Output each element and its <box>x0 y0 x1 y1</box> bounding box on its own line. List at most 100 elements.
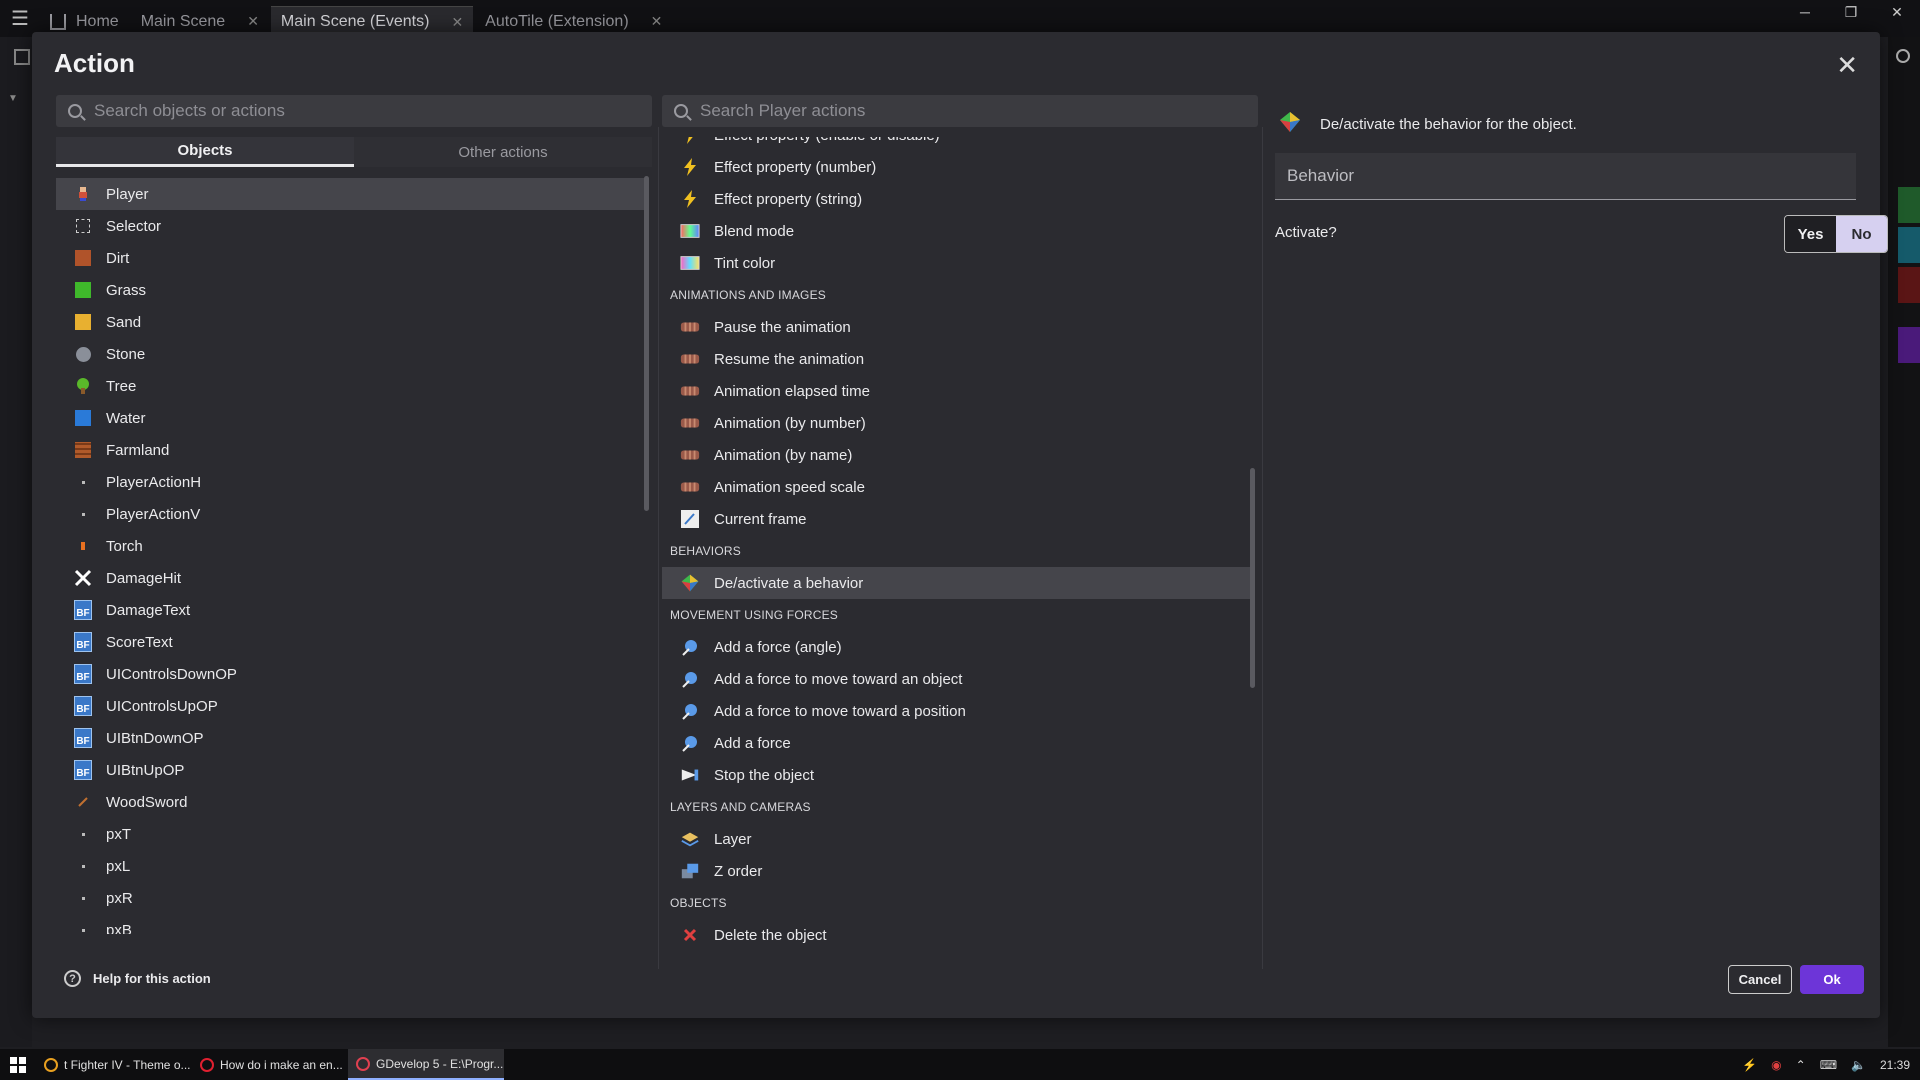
object-item[interactable]: Farmland <box>56 434 644 466</box>
objects-search[interactable] <box>56 95 652 127</box>
object-item[interactable]: Selector <box>56 210 644 242</box>
taskbar-item[interactable]: GDevelop 5 - E:\Progr... <box>348 1049 504 1080</box>
object-item[interactable]: Torch <box>56 530 644 562</box>
animation-icon <box>680 317 700 337</box>
object-item[interactable]: Grass <box>56 274 644 306</box>
object-item[interactable]: BF UIBtnUpOP <box>56 754 644 786</box>
damage-hit-icon <box>74 569 92 587</box>
yes-button[interactable]: Yes <box>1785 216 1836 252</box>
action-item[interactable]: Effect property (enable or disable) <box>662 137 1254 151</box>
action-item[interactable]: Animation (by number) <box>662 407 1254 439</box>
object-name: PlayerActionH <box>106 473 202 491</box>
object-name: UIControlsUpOP <box>106 697 218 715</box>
taskbar-item-label: t Fighter IV - Theme o... <box>64 1057 191 1072</box>
action-category: OBJECTS <box>670 896 727 910</box>
object-item[interactable]: BF UIControlsUpOP <box>56 690 644 722</box>
color-swatch <box>1898 327 1920 363</box>
animation-icon <box>680 413 700 433</box>
action-item[interactable]: Delete the object <box>662 919 1254 951</box>
action-item[interactable]: Current frame <box>662 503 1254 535</box>
action-item[interactable]: Animation speed scale <box>662 471 1254 503</box>
action-item[interactable]: Blend mode <box>662 215 1254 247</box>
tab-other-actions[interactable]: Other actions <box>354 137 652 167</box>
object-name: Tree <box>106 377 137 395</box>
object-item[interactable]: BF UIBtnDownOP <box>56 722 644 754</box>
objects-search-input[interactable] <box>94 101 594 121</box>
action-item[interactable]: Effect property (string) <box>662 183 1254 215</box>
action-item[interactable]: Add a force (angle) <box>662 631 1254 663</box>
object-item[interactable]: pxB <box>56 914 644 934</box>
object-item[interactable]: Sand <box>56 306 644 338</box>
action-item[interactable]: Add a force to move toward a position <box>662 695 1254 727</box>
behavior-icon <box>1278 110 1302 138</box>
search-icon <box>674 104 688 118</box>
object-item[interactable]: BF UIControlsDownOP <box>56 658 644 690</box>
cancel-button[interactable]: Cancel <box>1728 965 1792 994</box>
object-item[interactable]: pxL <box>56 850 644 882</box>
taskbar: t Fighter IV - Theme o... How do i make a… <box>0 1049 1920 1080</box>
action-item[interactable]: Add a force <box>662 727 1254 759</box>
object-item[interactable]: Stone <box>56 338 644 370</box>
action-item[interactable]: Tint color <box>662 247 1254 279</box>
tray-volume-icon[interactable]: 🔈 <box>1851 1058 1866 1072</box>
tray-overflow-icon[interactable]: ⌃ <box>1796 1058 1806 1072</box>
ok-button[interactable]: Ok <box>1800 965 1864 994</box>
actions-search[interactable] <box>662 95 1258 127</box>
action-item[interactable]: Stop the object <box>662 759 1254 791</box>
object-item[interactable]: Player <box>56 178 644 210</box>
object-item[interactable]: BF DamageText <box>56 594 644 626</box>
tray-controller-icon[interactable]: ⌨ <box>1820 1058 1837 1072</box>
search-icon[interactable] <box>1896 49 1910 63</box>
action-item[interactable]: De/activate a behavior <box>662 567 1254 599</box>
action-item[interactable]: Pause the animation <box>662 311 1254 343</box>
action-category: BEHAVIORS <box>670 544 741 558</box>
object-name: Water <box>106 409 146 427</box>
object-item[interactable]: Tree <box>56 370 644 402</box>
close-icon[interactable]: ✕ <box>1836 50 1858 81</box>
action-label: Add a force to move toward a position <box>714 702 966 720</box>
action-item[interactable]: Z order <box>662 855 1254 887</box>
actions-scrollbar[interactable] <box>1250 468 1255 688</box>
taskbar-item[interactable]: How do i make an en... <box>192 1049 348 1080</box>
tray-app-icon[interactable]: ⚡ <box>1742 1058 1757 1072</box>
search-icon <box>68 104 82 118</box>
layout-icon[interactable] <box>14 49 30 65</box>
clock[interactable]: 21:39 <box>1880 1058 1910 1072</box>
bitmap-text-icon: BF <box>74 600 92 620</box>
action-item[interactable]: Effect property (number) <box>662 151 1254 183</box>
action-item[interactable]: Animation (by name) <box>662 439 1254 471</box>
actions-search-input[interactable] <box>700 101 1200 121</box>
object-item[interactable]: Dirt <box>56 242 644 274</box>
object-name: pxB <box>106 921 132 935</box>
tab-close-icon[interactable]: ✕ <box>451 14 463 31</box>
actions-list: Effect property (enable or disable) Effec… <box>662 137 1254 969</box>
objects-scrollbar[interactable] <box>644 176 649 511</box>
object-item[interactable]: WoodSword <box>56 786 644 818</box>
object-item[interactable]: pxR <box>56 882 644 914</box>
minimize-icon[interactable]: ─ <box>1782 0 1828 24</box>
object-item[interactable]: PlayerActionH <box>56 466 644 498</box>
object-item[interactable]: Water <box>56 402 644 434</box>
tray-app-icon[interactable]: ◉ <box>1771 1058 1781 1072</box>
no-button[interactable]: No <box>1836 216 1887 252</box>
object-item[interactable]: pxT <box>56 818 644 850</box>
app-tab-label: AutoTile (Extension) <box>485 12 629 30</box>
action-item[interactable]: Resume the animation <box>662 343 1254 375</box>
object-item[interactable]: DamageHit <box>56 562 644 594</box>
action-item[interactable]: Layer <box>662 823 1254 855</box>
taskbar-item[interactable]: t Fighter IV - Theme o... <box>36 1049 192 1080</box>
behavior-select[interactable]: Behavior <box>1275 153 1856 200</box>
object-item[interactable]: PlayerActionV <box>56 498 644 530</box>
help-link[interactable]: ? Help for this action <box>64 970 211 987</box>
maximize-icon[interactable]: ❐ <box>1828 0 1874 24</box>
action-item[interactable]: Animation elapsed time <box>662 375 1254 407</box>
collapse-arrow-icon[interactable]: ▼ <box>8 93 18 104</box>
tab-close-icon[interactable]: ✕ <box>651 13 663 30</box>
window-close-icon[interactable]: ✕ <box>1874 0 1920 24</box>
tab-objects[interactable]: Objects <box>56 137 354 167</box>
divider <box>1262 127 1263 969</box>
action-item[interactable]: Add a force to move toward an object <box>662 663 1254 695</box>
object-item[interactable]: BF ScoreText <box>56 626 644 658</box>
tab-close-icon[interactable]: ✕ <box>247 13 259 30</box>
windows-start-icon[interactable] <box>0 1056 36 1073</box>
